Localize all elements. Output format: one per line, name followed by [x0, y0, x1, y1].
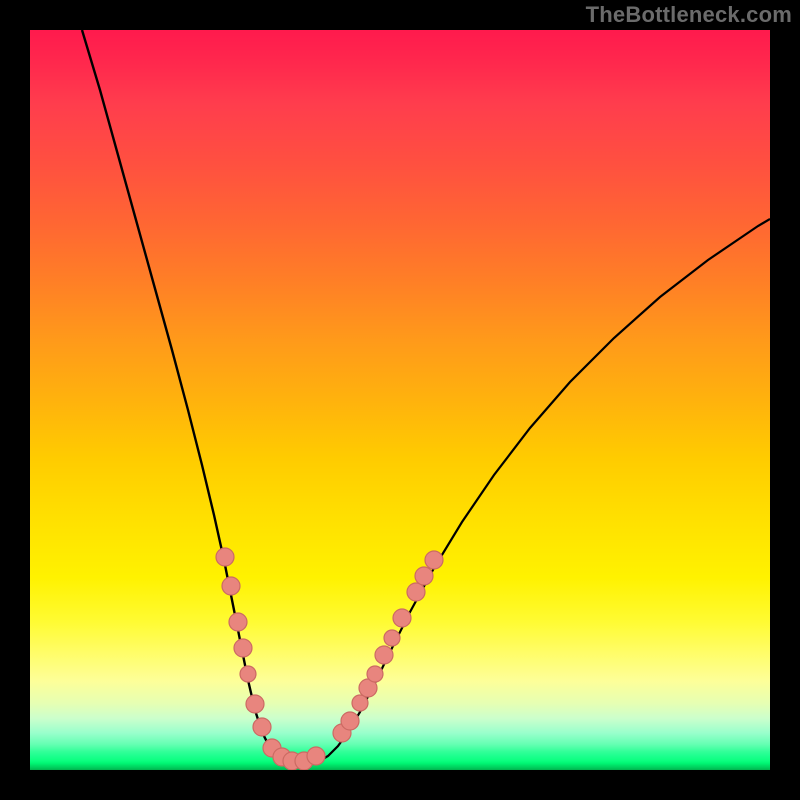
data-marker [234, 639, 252, 657]
data-marker [295, 752, 313, 770]
chart-frame: TheBottleneck.com [0, 0, 800, 800]
data-marker [240, 666, 256, 682]
data-marker [425, 551, 443, 569]
data-marker [333, 724, 351, 742]
chart-svg [30, 30, 770, 770]
data-marker [352, 695, 368, 711]
data-marker [375, 646, 393, 664]
data-marker [393, 609, 411, 627]
data-marker [341, 712, 359, 730]
data-marker [367, 666, 383, 682]
data-marker [407, 583, 425, 601]
curve-left-branch [82, 30, 298, 766]
data-marker [222, 577, 240, 595]
data-marker [263, 739, 281, 757]
data-marker [216, 548, 234, 566]
watermark-text: TheBottleneck.com [586, 2, 792, 28]
plot-area [30, 30, 770, 770]
data-marker [307, 747, 325, 765]
data-marker [273, 748, 291, 766]
data-marker [246, 695, 264, 713]
data-marker [359, 679, 377, 697]
data-marker [415, 567, 433, 585]
curve-right-branch [298, 219, 770, 766]
data-marker [384, 630, 400, 646]
data-markers [216, 548, 443, 770]
data-marker [229, 613, 247, 631]
data-marker [283, 752, 301, 770]
data-marker [253, 718, 271, 736]
